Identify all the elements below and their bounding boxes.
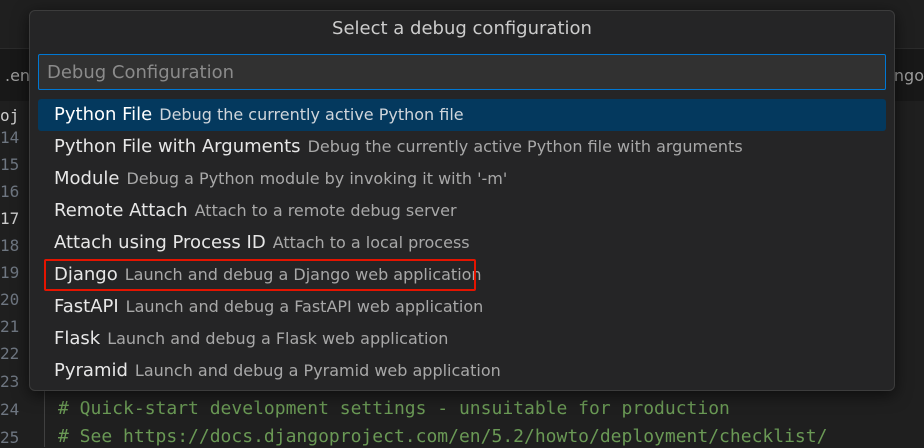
item-description: Launch and debug a Django web applicatio… [124, 265, 482, 284]
item-label: Django [54, 264, 118, 285]
item-label: Attach using Process ID [54, 232, 266, 253]
code-comment-line[interactable]: # See https://docs.djangoproject.com/en/… [58, 426, 827, 447]
editor-tab-left[interactable]: .en [5, 66, 30, 85]
item-description: Attach to a remote debug server [194, 201, 457, 220]
line-number: 18 [0, 236, 20, 255]
quick-pick-item-attach-process-id[interactable]: Attach using Process ID Attach to a local… [38, 227, 886, 259]
line-number: 14 [0, 128, 20, 147]
quick-pick-title: Select a debug configuration [332, 18, 592, 39]
item-label: Python File with Arguments [54, 136, 301, 157]
item-label: Flask [54, 328, 101, 349]
quick-pick-item-django[interactable]: Django Launch and debug a Django web appl… [38, 259, 886, 291]
item-description: Debug the currently active Python file w… [307, 137, 743, 156]
line-number: 16 [0, 182, 20, 201]
line-number: 25 [0, 428, 20, 447]
quick-pick-item-remote-attach[interactable]: Remote Attach Attach to a remote debug se… [38, 195, 886, 227]
item-description: Attach to a local process [272, 233, 470, 252]
item-description: Debug a Python module by invoking it wit… [126, 169, 508, 188]
quick-pick-item-python-file-with-arguments[interactable]: Python File with Arguments Debug the curr… [38, 131, 886, 163]
quick-pick-item-pyramid[interactable]: Pyramid Launch and debug a Pyramid web ap… [38, 355, 886, 387]
item-description: Launch and debug a Flask web application [107, 329, 449, 348]
quick-pick-item-python-file[interactable]: Python File Debug the currently active Py… [38, 99, 886, 131]
quick-pick-list: Python File Debug the currently active Py… [38, 99, 886, 387]
line-number: 15 [0, 155, 20, 174]
item-description: Launch and debug a FastAPI web applicati… [125, 297, 484, 316]
item-label: Remote Attach [54, 200, 188, 221]
debug-configuration-quick-pick: Select a debug configuration Python File… [29, 10, 895, 391]
item-label: FastAPI [54, 296, 119, 317]
line-number: 21 [0, 317, 20, 336]
line-number-active: 17 [0, 209, 20, 228]
code-comment-line[interactable]: # Quick-start development settings - uns… [58, 398, 730, 419]
line-number: 22 [0, 344, 20, 363]
item-description: Launch and debug a Pyramid web applicati… [134, 361, 501, 380]
line-number: 24 [0, 400, 20, 419]
item-label: Pyramid [54, 360, 128, 381]
item-description: Debug the currently active Python file [159, 105, 464, 124]
line-number: 19 [0, 263, 20, 282]
item-label: Python File [54, 104, 153, 125]
editor-tab-right[interactable]: ngo [894, 66, 924, 85]
quick-pick-item-module[interactable]: Module Debug a Python module by invoking … [38, 163, 886, 195]
line-number: 23 [0, 372, 20, 391]
quick-pick-item-flask[interactable]: Flask Launch and debug a Flask web applic… [38, 323, 886, 355]
debug-configuration-input[interactable] [38, 54, 886, 90]
quick-pick-item-fastapi[interactable]: FastAPI Launch and debug a FastAPI web ap… [38, 291, 886, 323]
item-label: Module [54, 168, 120, 189]
line-number: 20 [0, 290, 20, 309]
